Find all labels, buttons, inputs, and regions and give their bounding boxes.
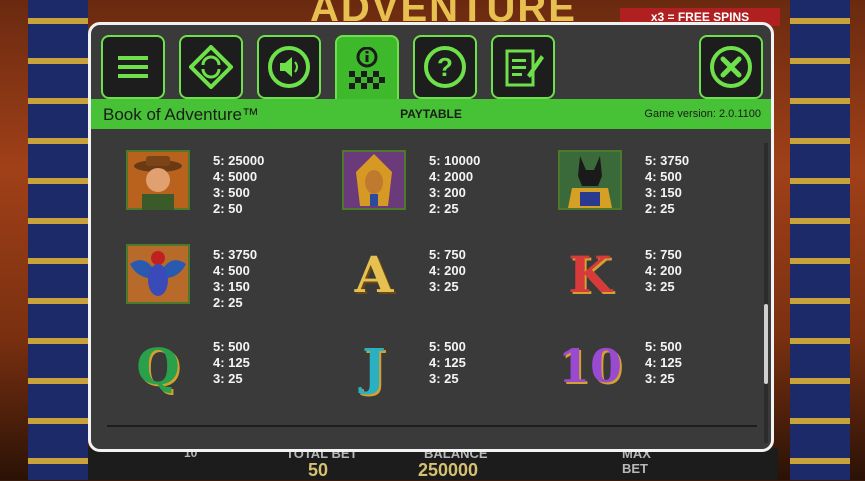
pay-3: 3: 25 [645, 371, 675, 386]
tab-paytable[interactable] [335, 35, 399, 103]
paytable-entry-scarab: 5: 3750 4: 500 3: 150 2: 25 [125, 243, 335, 333]
pay-3: 3: 150 [645, 185, 682, 200]
a-symbol: A [354, 244, 394, 304]
game-version: Game version: 2.0.1100 [644, 108, 761, 120]
pay-3: 3: 25 [429, 279, 459, 294]
q-symbol: Q [136, 336, 180, 396]
tab-bar: ? [91, 25, 771, 103]
pay-2: 2: 50 [213, 201, 243, 216]
paytable-entry-k: K 5: 750 4: 200 3: 25 [557, 243, 767, 333]
tab-rules[interactable] [491, 35, 555, 99]
left-pillar [28, 0, 88, 480]
question-icon: ? [424, 46, 466, 88]
pay-5: 5: 3750 [213, 247, 258, 262]
pay-4: 4: 500 [645, 169, 682, 184]
pay-5: 5: 25000 [213, 153, 265, 168]
scrollbar-track[interactable] [764, 143, 768, 443]
pay-5: 5: 3750 [645, 153, 690, 168]
pay-2: 2: 25 [213, 295, 243, 310]
scarab-symbol [125, 243, 191, 305]
pay-5: 5: 750 [645, 247, 682, 262]
pay-4: 4: 125 [645, 355, 682, 370]
autoplay-icon [189, 45, 233, 89]
paytable-entry-anubis: 5: 3750 4: 500 3: 150 2: 25 [557, 149, 767, 239]
paytable-content: 5: 25000 4: 5000 3: 500 2: 50 5: 10000 4… [91, 129, 771, 449]
pay-3: 3: 25 [645, 279, 675, 294]
pay-3: 3: 25 [429, 371, 459, 386]
scrollbar-thumb[interactable] [764, 304, 768, 384]
paytable-entry-explorer: 5: 25000 4: 5000 3: 500 2: 50 [125, 149, 335, 239]
hamburger-icon [118, 56, 148, 78]
pay-5: 5: 10000 [429, 153, 481, 168]
pay-3: 3: 150 [213, 279, 250, 294]
bottom-bar: 10 TOTAL BET 50 BALANCE 250000 MAX BET [88, 446, 778, 480]
k-symbol: K [568, 244, 612, 304]
tab-autoplay[interactable] [179, 35, 243, 99]
document-icon [505, 49, 544, 87]
pay-3: 3: 200 [429, 185, 466, 200]
pay-5: 5: 750 [429, 247, 466, 262]
paytable-entry-a: A 5: 750 4: 200 3: 25 [341, 243, 551, 333]
j-symbol: J [362, 336, 386, 396]
content-divider [107, 425, 757, 427]
pay-4: 4: 200 [429, 263, 466, 278]
close-button[interactable] [699, 35, 763, 99]
dialog-header: Book of Adventure™ PAYTABLE Game version… [91, 99, 771, 129]
pay-4: 4: 200 [645, 263, 682, 278]
pay-4: 4: 2000 [429, 169, 474, 184]
ten-symbol: 10 [557, 339, 622, 393]
pay-3: 3: 500 [213, 185, 250, 200]
pay-5: 5: 500 [429, 339, 466, 354]
tab-menu[interactable] [101, 35, 165, 99]
total-bet-value: 50 [308, 460, 329, 480]
balance-value: 250000 [418, 460, 479, 480]
pay-4: 4: 125 [429, 355, 466, 370]
pay-2: 2: 25 [645, 201, 675, 216]
pay-5: 5: 500 [645, 339, 682, 354]
pay-4: 4: 5000 [213, 169, 258, 184]
anubis-symbol [557, 149, 623, 211]
paytable-entry-q: Q 5: 500 4: 125 3: 25 [125, 335, 335, 425]
right-pillar [790, 0, 850, 480]
pay-2: 2: 25 [429, 201, 459, 216]
paytable-entry-10: 10 5: 500 4: 125 3: 25 [557, 335, 767, 425]
paytable-dialog: ? Book of Adventure™ PAYTABLE Game versi… [88, 22, 774, 452]
paytable-icon [349, 47, 385, 89]
close-icon [710, 46, 752, 88]
svg-text:?: ? [437, 52, 453, 82]
pay-3: 3: 25 [213, 371, 243, 386]
pay-4: 4: 500 [213, 263, 250, 278]
pay-5: 5: 500 [213, 339, 250, 354]
pay-4: 4: 125 [213, 355, 250, 370]
paytable-entry-pharaoh: 5: 10000 4: 2000 3: 200 2: 25 [341, 149, 551, 239]
explorer-symbol [125, 149, 191, 211]
paytable-entry-j: J 5: 500 4: 125 3: 25 [341, 335, 551, 425]
tab-sound[interactable] [257, 35, 321, 99]
pharaoh-symbol [341, 149, 407, 211]
tab-help[interactable]: ? [413, 35, 477, 99]
speaker-icon [268, 46, 310, 88]
